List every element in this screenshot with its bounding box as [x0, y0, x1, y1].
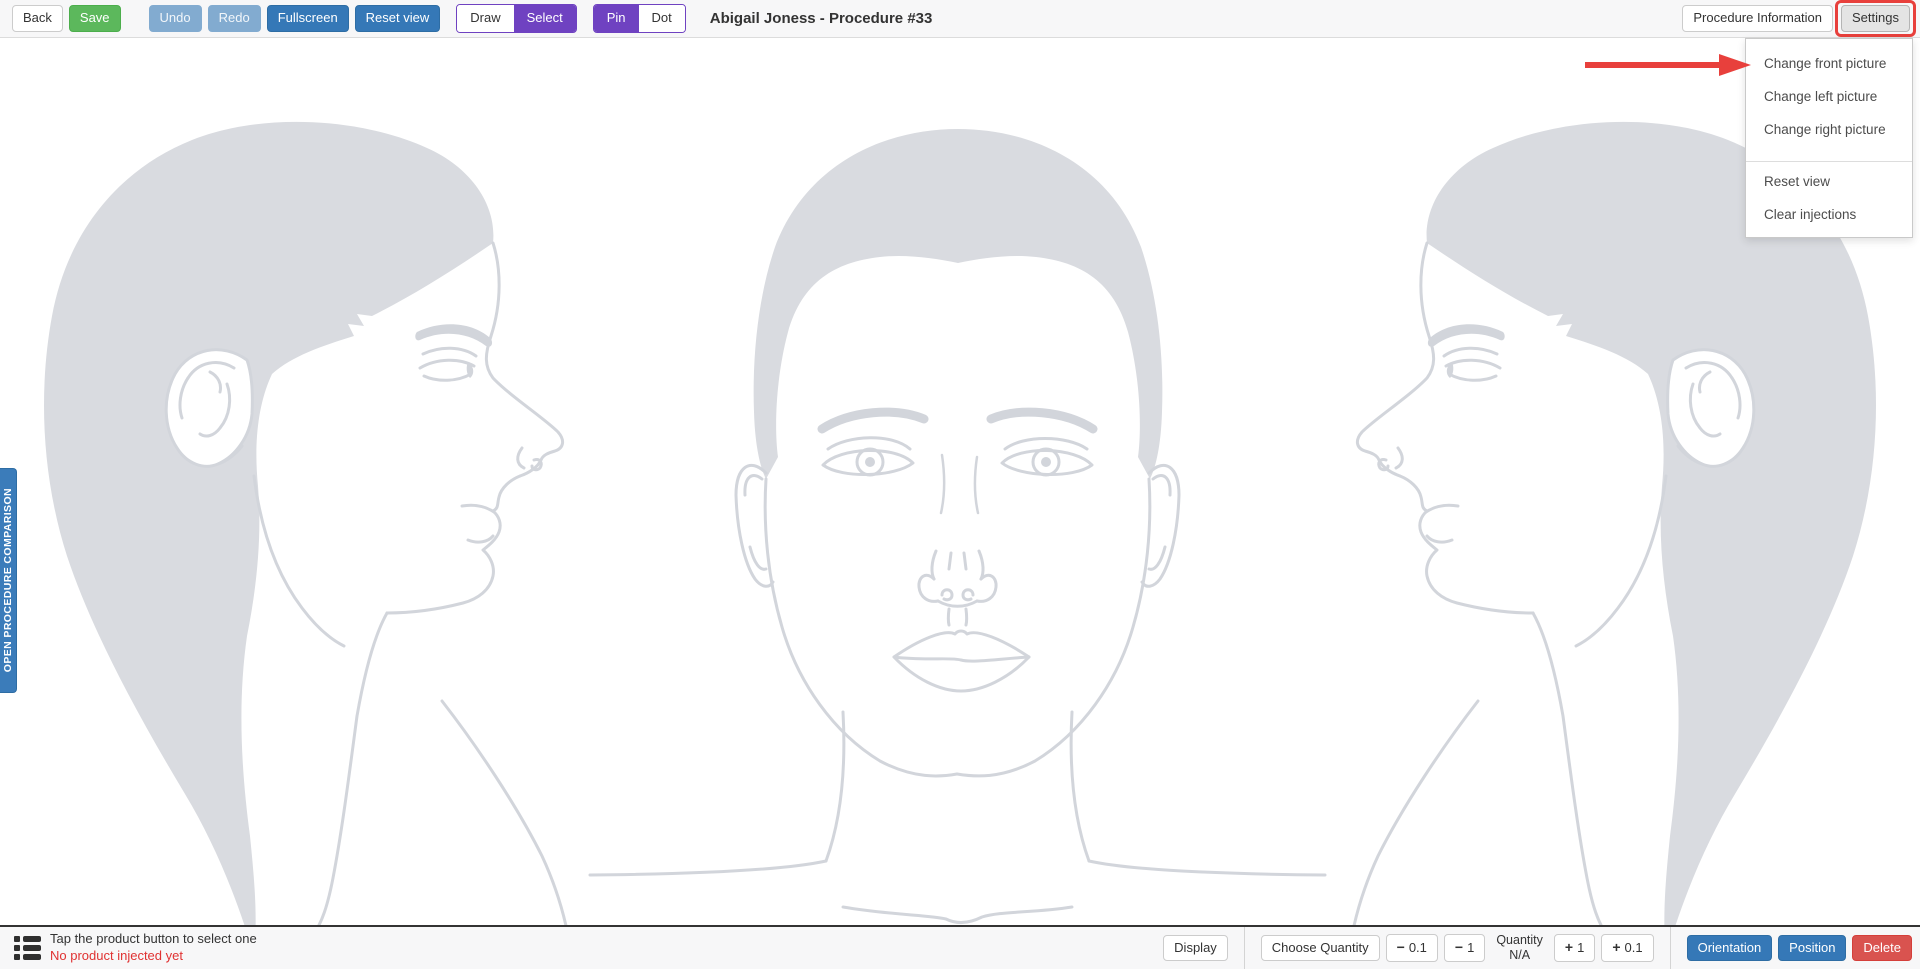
open-procedure-comparison-tab[interactable]: OPEN PROCEDURE COMPARISON — [0, 468, 17, 693]
delete-button[interactable]: Delete — [1852, 935, 1912, 961]
menu-item-clear-injections[interactable]: Clear injections — [1746, 198, 1912, 231]
menu-item-change-right-picture[interactable]: Change right picture — [1746, 113, 1912, 146]
menu-divider — [1746, 161, 1912, 162]
minus-icon: − — [1397, 940, 1405, 955]
divider — [1244, 927, 1245, 969]
menu-item-reset-view[interactable]: Reset view — [1746, 165, 1912, 198]
pin-mode-button[interactable]: Pin — [594, 5, 639, 31]
side-tab-label: OPEN PROCEDURE COMPARISON — [2, 488, 14, 672]
injection-canvas[interactable] — [0, 39, 1920, 925]
plus-icon: + — [1612, 940, 1620, 955]
procedure-information-button[interactable]: Procedure Information — [1682, 5, 1833, 31]
page-title: Abigail Joness - Procedure #33 — [710, 10, 933, 27]
bottom-toolbar-right: Display Choose Quantity − 0.1 − 1 Quanti… — [1163, 927, 1912, 969]
divider — [1670, 927, 1671, 969]
decrease-0-1-button[interactable]: − 0.1 — [1386, 934, 1438, 961]
menu-item-change-front-picture[interactable]: Change front picture — [1746, 47, 1912, 80]
undo-button[interactable]: Undo — [149, 5, 202, 31]
draw-mode-button[interactable]: Draw — [457, 5, 513, 31]
reset-view-button[interactable]: Reset view — [355, 5, 441, 31]
save-button[interactable]: Save — [69, 5, 121, 31]
position-button[interactable]: Position — [1778, 935, 1846, 961]
product-hint-text: Tap the product button to select one — [50, 931, 257, 948]
app-window: Back Save Undo Redo Fullscreen Reset vie… — [0, 0, 1920, 969]
settings-button[interactable]: Settings — [1841, 5, 1910, 31]
quantity-label: Quantity — [1496, 933, 1543, 948]
settings-dropdown-menu: Change front picture Change left picture… — [1745, 38, 1913, 238]
choose-quantity-button[interactable]: Choose Quantity — [1261, 935, 1380, 961]
product-list-icon[interactable] — [14, 935, 41, 961]
quantity-readout: Quantity N/A — [1496, 933, 1543, 963]
quantity-value: N/A — [1496, 948, 1543, 963]
face-diagram-left-profile — [22, 116, 637, 925]
increase-0-1-button[interactable]: + 0.1 — [1601, 934, 1653, 961]
select-mode-button[interactable]: Select — [514, 5, 576, 31]
decrease-1-button[interactable]: − 1 — [1444, 934, 1485, 961]
product-status-text: No product injected yet — [50, 948, 257, 965]
toolbar-right-group: Procedure Information Settings — [1682, 5, 1910, 31]
display-button[interactable]: Display — [1163, 935, 1228, 961]
back-button[interactable]: Back — [12, 5, 63, 31]
increase-1-button[interactable]: + 1 — [1554, 934, 1595, 961]
redo-button[interactable]: Redo — [208, 5, 261, 31]
face-diagram-front — [730, 127, 1185, 925]
top-toolbar: Back Save Undo Redo Fullscreen Reset vie… — [0, 0, 1920, 38]
plus-icon: + — [1565, 940, 1573, 955]
menu-item-change-left-picture[interactable]: Change left picture — [1746, 80, 1912, 113]
pin-dot-toggle: Pin Dot — [593, 4, 686, 32]
orientation-button[interactable]: Orientation — [1687, 935, 1773, 961]
dot-mode-button[interactable]: Dot — [639, 5, 685, 31]
draw-select-toggle: Draw Select — [456, 4, 576, 32]
bottom-toolbar: Tap the product button to select one No … — [0, 925, 1920, 969]
minus-icon: − — [1455, 940, 1463, 955]
fullscreen-button[interactable]: Fullscreen — [267, 5, 349, 31]
product-hint-block: Tap the product button to select one No … — [50, 931, 257, 965]
